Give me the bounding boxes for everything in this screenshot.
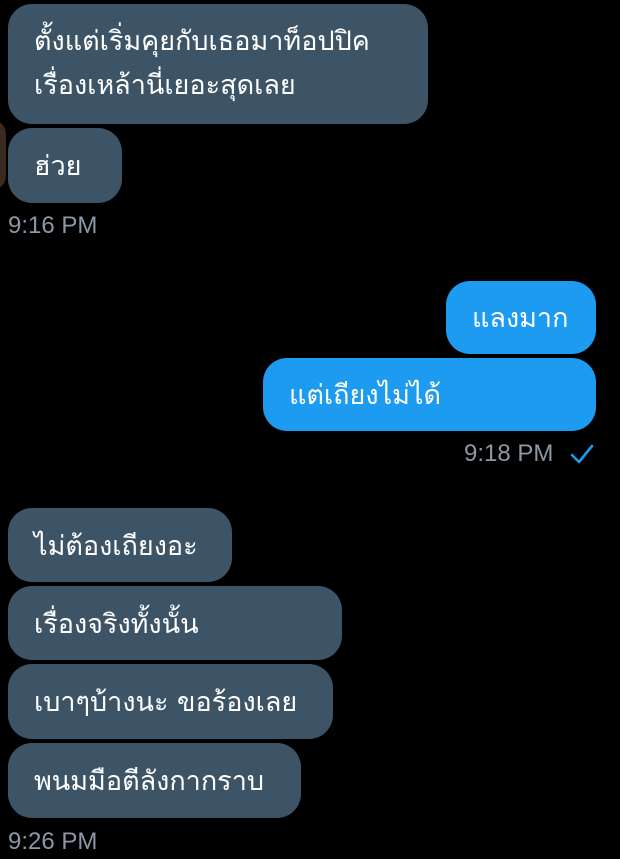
sender-avatar[interactable] [0,120,6,190]
message-text-line: เรื่องเหล้านี่เยอะสุดเลย [34,70,296,101]
message-bubble-incoming[interactable]: ฮ่วย [8,128,122,203]
message-text: ฮ่วย [34,151,82,182]
message-timestamp: 9:16 PM [8,212,98,239]
message-bubble-incoming[interactable]: เบาๆบ้างนะ ขอร้องเลย [8,664,333,739]
message-bubble-incoming[interactable]: พนมมือตีลังกากราบ [8,743,301,818]
message-bubble-outgoing[interactable]: แลงมาก [446,281,596,354]
message-text: พนมมือตีลังกากราบ [34,766,264,797]
message-text: แต่เถียงไม่ได้ [289,380,442,411]
message-bubble-incoming[interactable]: เรื่องจริงทั้งนั้น [8,586,342,660]
message-text: แลงมาก [472,303,569,334]
message-text: เรื่องจริงทั้งนั้น [34,608,199,640]
message-text-line: ตั้งแต่เริ่มคุยกับเธอมาท็อปปิค [34,26,370,57]
message-timestamp: 9:26 PM [8,828,98,855]
message-text: ไม่ต้องเถียงอะ [34,530,198,562]
message-bubble-incoming[interactable]: ไม่ต้องเถียงอะ [8,508,232,582]
check-icon [570,444,594,464]
message-bubble-incoming[interactable]: ตั้งแต่เริ่มคุยกับเธอมาท็อปปิค เรื่องเหล… [8,4,428,124]
message-text: เบาๆบ้างนะ ขอร้องเลย [34,687,298,718]
message-timestamp: 9:18 PM [464,440,554,467]
message-bubble-outgoing[interactable]: แต่เถียงไม่ได้ [263,358,596,431]
